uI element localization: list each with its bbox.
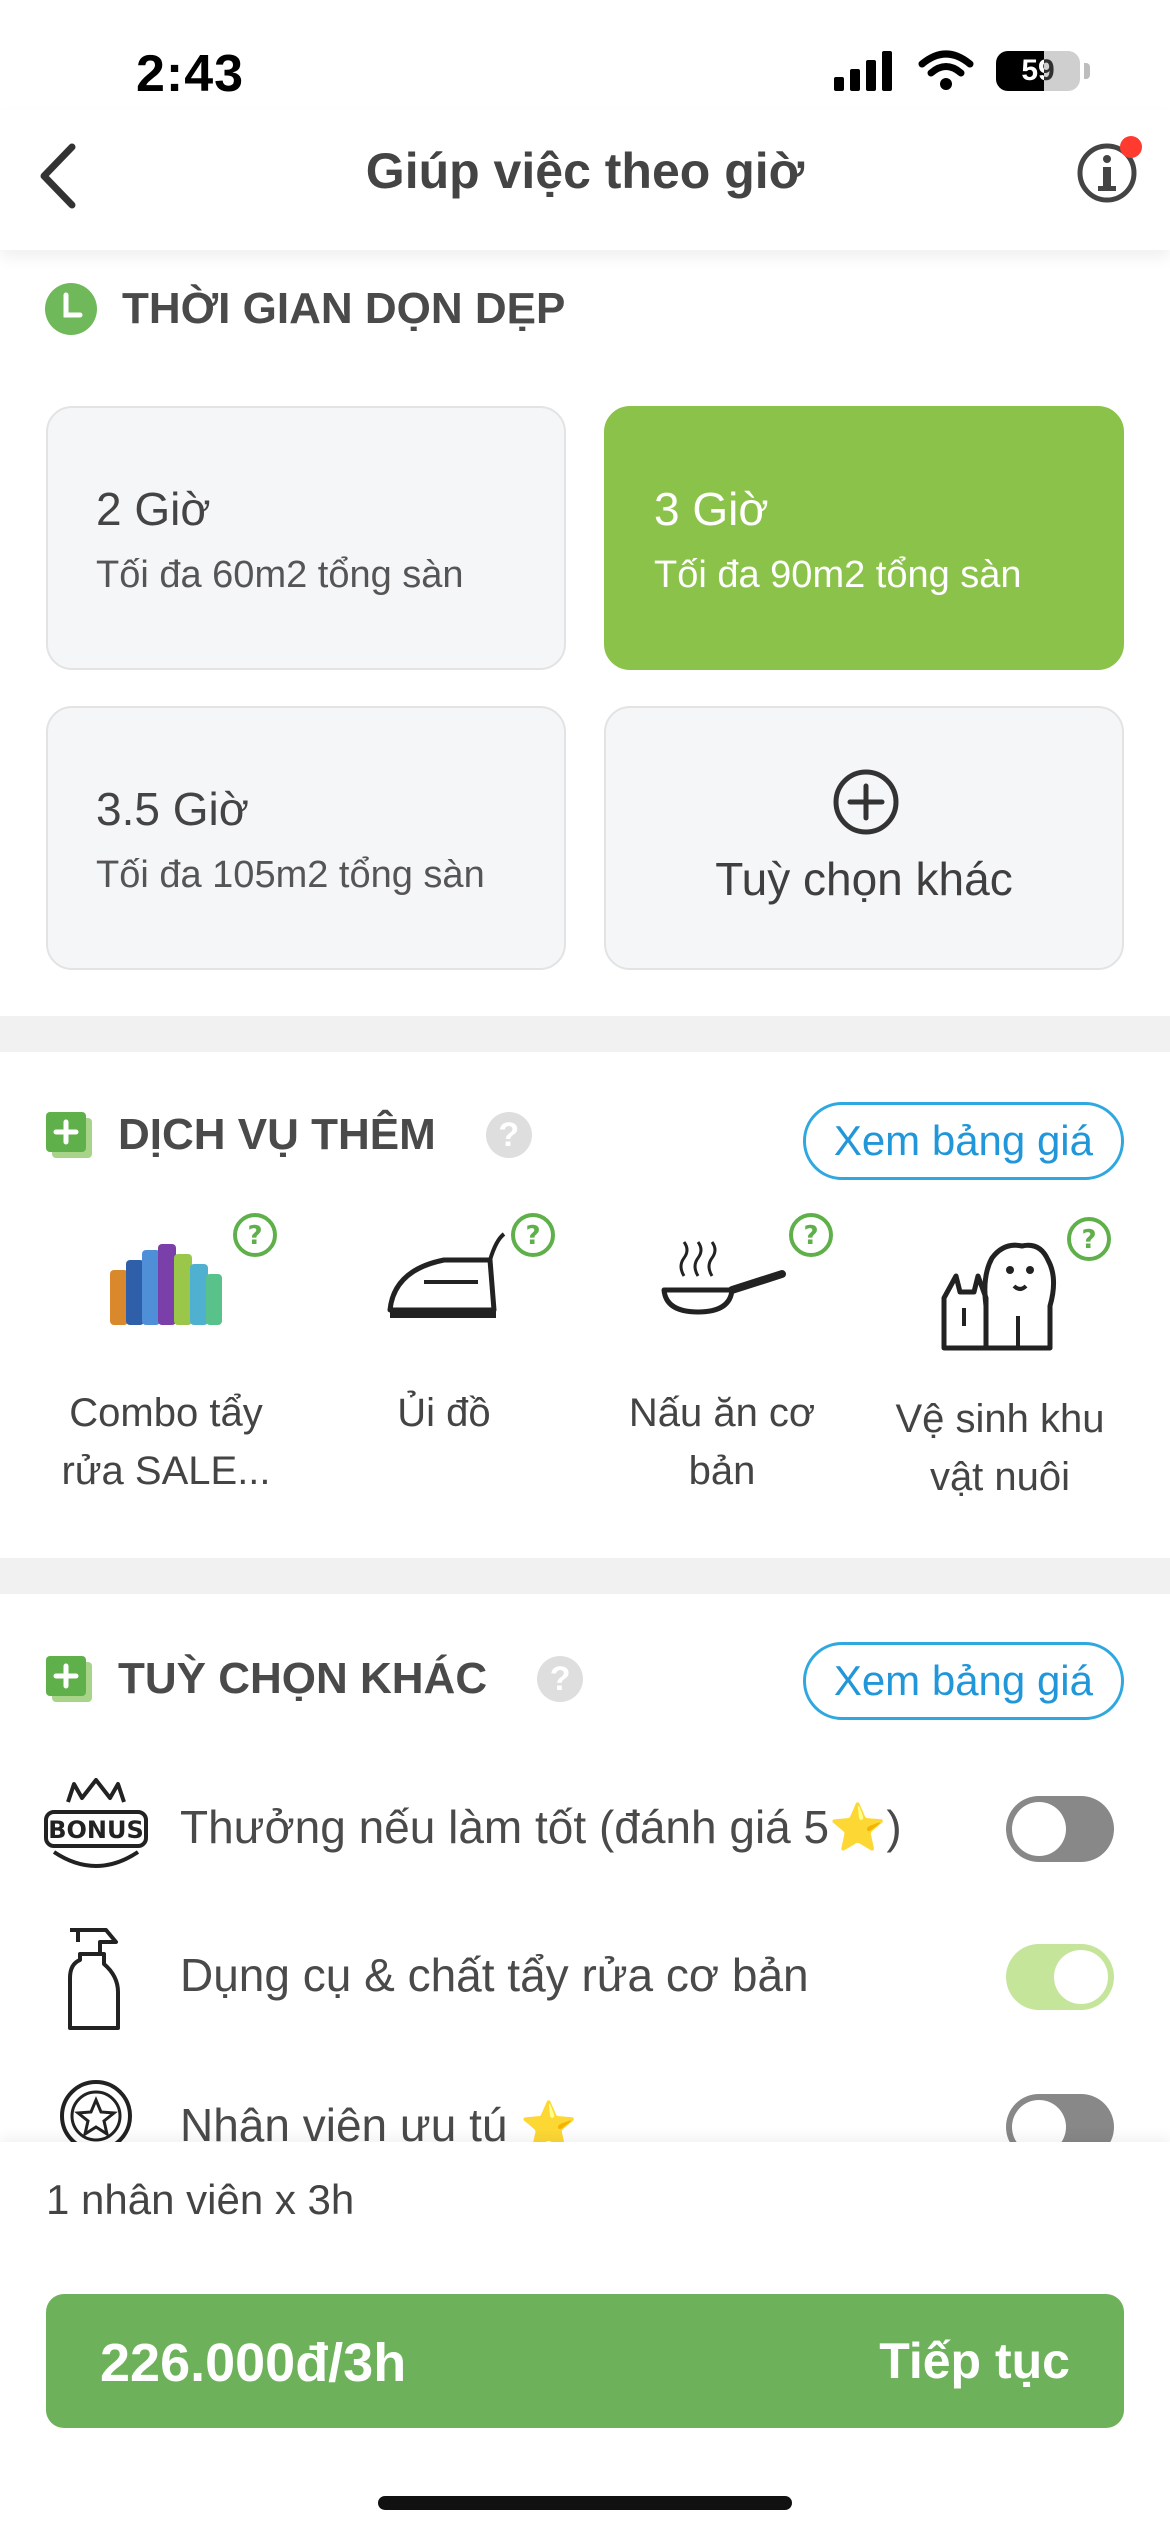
battery-indicator: 59 <box>996 51 1080 91</box>
option-bonus: BONUS Thưởng nếu làm tốt (đánh giá 5⭐) <box>40 1772 1130 1902</box>
continue-label: Tiếp tục <box>879 2333 1070 2389</box>
section-divider <box>0 1558 1170 1594</box>
status-time: 2:43 <box>136 45 245 103</box>
duration-description: Tối đa 90m2 tổng sàn <box>654 554 1022 596</box>
section-divider <box>0 1016 1170 1052</box>
battery-level: 59 <box>1021 54 1055 87</box>
duration-hours: 3 Giờ <box>654 483 769 535</box>
add-box-icon <box>46 1112 92 1158</box>
info-button[interactable] <box>1076 136 1142 204</box>
notification-dot <box>1120 136 1142 158</box>
help-circle-icon[interactable]: ? <box>788 1212 834 1258</box>
bonus-toggle[interactable] <box>1006 1796 1114 1862</box>
service-label: Ủi đồ <box>397 1391 491 1435</box>
duration-hours: 2 Giờ <box>96 483 211 535</box>
page-title: Giúp việc theo giờ <box>365 143 805 199</box>
service-ironing[interactable]: ? Ủi đồ <box>314 1200 574 1520</box>
home-indicator <box>378 2496 792 2510</box>
app-header: Giúp việc theo giờ <box>0 110 1170 250</box>
total-price: 226.000đ/3h <box>100 2333 407 2393</box>
booking-summary: 1 nhân viên x 3h <box>46 2176 355 2223</box>
other-option-label: Tuỳ chọn khác <box>715 853 1013 905</box>
service-label: Nấu ăn cơ bản <box>628 1391 816 1493</box>
service-pet-area[interactable]: ? Vệ sinh khu vật nuôi <box>870 1200 1130 1520</box>
bonus-icon: BONUS <box>44 1778 148 1868</box>
duration-hours: 3.5 Giờ <box>96 783 249 835</box>
price-list-link[interactable]: Xem bảng giá <box>802 1102 1124 1180</box>
cleaning-tools-toggle[interactable] <box>1006 1944 1114 2010</box>
help-icon[interactable]: ? <box>485 1112 532 1158</box>
svg-text:?: ? <box>803 1221 818 1251</box>
clock-icon <box>45 283 97 335</box>
bottom-bar: 1 nhân viên x 3h 226.000đ/3h Tiếp tục <box>0 2142 1170 2532</box>
option-cleaning-tools: Dụng cụ & chất tẩy rửa cơ bản <box>40 1920 1130 2050</box>
battery-tip <box>1084 63 1090 79</box>
extra-section-header: DỊCH VỤ THÊM ? <box>44 1110 532 1160</box>
service-label: Combo tẩy rửa SALE... <box>61 1391 271 1493</box>
cellular-signal-icon <box>834 51 892 91</box>
plus-circle-icon <box>833 769 899 835</box>
duration-option-3h[interactable]: 3 Giờ Tối đa 90m2 tổng sàn <box>604 406 1124 670</box>
spray-bottle-icon <box>68 1928 120 2030</box>
svg-text:BONUS: BONUS <box>48 1816 144 1844</box>
help-circle-icon[interactable]: ? <box>510 1212 556 1258</box>
help-circle-icon[interactable]: ? <box>232 1212 278 1258</box>
help-circle-icon[interactable]: ? <box>1066 1216 1112 1262</box>
continue-button[interactable]: 226.000đ/3h Tiếp tục <box>46 2294 1124 2428</box>
pets-icon <box>941 1242 1056 1351</box>
service-cleaning-combo[interactable]: ? Combo tẩy rửa SALE... <box>36 1200 296 1520</box>
service-label: Vệ sinh khu vật nuôi <box>895 1397 1105 1499</box>
options-section-header: TUỲ CHỌN KHÁC ? <box>44 1654 584 1704</box>
frying-pan-icon <box>661 1241 786 1315</box>
duration-option-other[interactable]: Tuỳ chọn khác <box>604 706 1124 970</box>
duration-option-2h[interactable]: 2 Giờ Tối đa 60m2 tổng sàn <box>46 406 566 670</box>
svg-text:?: ? <box>1081 1225 1096 1255</box>
option-label: Dụng cụ & chất tẩy rửa cơ bản <box>180 1949 809 2001</box>
duration-description: Tối đa 105m2 tổng sàn <box>96 854 485 896</box>
svg-text:?: ? <box>525 1221 540 1251</box>
extra-section-title: DỊCH VỤ THÊM <box>118 1110 436 1159</box>
price-list-link[interactable]: Xem bảng giá <box>802 1642 1124 1720</box>
svg-text:?: ? <box>247 1221 262 1251</box>
options-section-title: TUỲ CHỌN KHÁC <box>118 1654 488 1703</box>
status-icons: 59 <box>834 50 1090 92</box>
duration-description: Tối đa 60m2 tổng sàn <box>96 554 464 596</box>
duration-option-3-5h[interactable]: 3.5 Giờ Tối đa 105m2 tổng sàn <box>46 706 566 970</box>
iron-icon <box>387 1232 506 1318</box>
service-cooking[interactable]: ? Nấu ăn cơ bản <box>592 1200 852 1520</box>
cleaning-products-icon <box>110 1244 222 1325</box>
duration-section-header: THỜI GIAN DỌN DẸP <box>44 282 565 336</box>
duration-section-title: THỜI GIAN DỌN DẸP <box>122 284 566 333</box>
wifi-icon <box>918 50 974 90</box>
option-label: Thưởng nếu làm tốt (đánh giá 5⭐) <box>180 1801 902 1853</box>
help-icon[interactable]: ? <box>537 1656 584 1702</box>
add-box-icon <box>46 1656 92 1702</box>
